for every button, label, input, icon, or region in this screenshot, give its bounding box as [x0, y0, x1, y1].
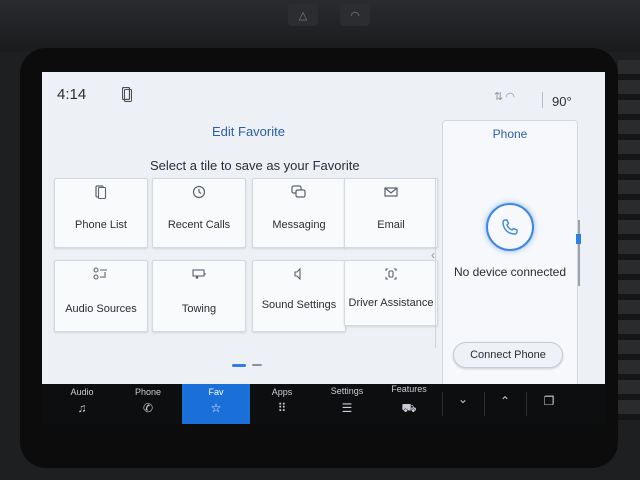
- nav-label: Settings: [330, 386, 364, 396]
- nav-settings[interactable]: Settings ☰: [322, 384, 372, 424]
- tile-driver-assistance[interactable]: Driver Assistance: [344, 260, 438, 326]
- phone-projection-icon: [121, 86, 132, 102]
- panel-scrollbar[interactable]: [578, 220, 580, 286]
- tile-label: Phone List: [75, 219, 127, 231]
- connection-status: No device connected: [453, 265, 567, 279]
- hazard-button[interactable]: △: [288, 4, 318, 26]
- page-title: Edit Favorite: [212, 124, 285, 139]
- clock-icon: [153, 185, 245, 204]
- page-subtitle: Select a tile to save as your Favorite: [150, 158, 360, 173]
- tile-sound-settings[interactable]: Sound Settings: [252, 260, 346, 332]
- sliders-icon: ☰: [341, 401, 353, 415]
- tile-label: Towing: [181, 303, 217, 315]
- tile-label: Recent Calls: [167, 219, 231, 231]
- nav-label: Audio: [70, 387, 94, 397]
- tile-email[interactable]: Email: [344, 178, 438, 248]
- nav-label: Phone: [134, 387, 162, 397]
- nav-label: Fav: [208, 387, 224, 397]
- nav-separator: [526, 392, 527, 416]
- tile-label: Audio Sources: [65, 303, 137, 315]
- phone-connect-icon[interactable]: [486, 203, 534, 251]
- connectivity-icons: ⇅◠: [494, 90, 517, 103]
- phone-list-icon: [55, 185, 147, 204]
- tile-label: Driver Assistance: [348, 297, 434, 309]
- grid-icon: ⠿: [277, 401, 287, 415]
- page-dot-active[interactable]: [232, 364, 246, 367]
- nav-separator: [442, 392, 443, 416]
- tile-phone-list[interactable]: Phone List: [54, 178, 148, 248]
- chevron-left-icon[interactable]: ‹: [431, 248, 435, 262]
- tile-recent-calls[interactable]: Recent Calls: [152, 178, 246, 248]
- tile-label: Email: [377, 219, 405, 231]
- wifi-icon: ◠: [505, 91, 517, 103]
- nav-apps[interactable]: Apps ⠿: [260, 384, 304, 424]
- nav-chevron-down[interactable]: ⌄: [446, 384, 480, 424]
- tile-towing[interactable]: Towing: [152, 260, 246, 332]
- status-divider: [542, 92, 543, 108]
- truck-icon: ⛟: [401, 401, 417, 415]
- nav-features[interactable]: Features ⛟: [384, 384, 434, 424]
- phone-icon: ✆: [142, 401, 154, 415]
- chevron-up-icon: ⌃: [499, 394, 511, 408]
- bottom-nav: Audio ♫ Phone ✆ Fav ☆ Apps ⠿ Settings ☰ …: [42, 384, 605, 424]
- envelope-icon: [345, 185, 437, 203]
- outside-temperature: 90°: [552, 94, 572, 109]
- clock: 4:14: [57, 86, 87, 103]
- panel-scrollbar-thumb[interactable]: [576, 234, 581, 244]
- network-arrows-icon: ⇅: [494, 91, 506, 103]
- chat-icon: [253, 185, 345, 204]
- connect-phone-button[interactable]: Connect Phone: [453, 342, 563, 368]
- speaker-icon: [253, 267, 345, 286]
- defrost-button[interactable]: ◠: [340, 4, 370, 26]
- tile-label: Sound Settings: [261, 299, 337, 311]
- dashboard-top: △ ◠: [0, 0, 640, 52]
- trailer-icon: [153, 267, 245, 285]
- page-dot[interactable]: [252, 364, 262, 366]
- driver-assist-icon: [345, 267, 437, 286]
- nav-fav[interactable]: Fav ☆: [182, 384, 250, 424]
- tile-label: Messaging: [272, 219, 326, 231]
- nav-separator: [484, 392, 485, 416]
- air-vent: [618, 60, 640, 420]
- nav-label: Apps: [271, 387, 293, 397]
- music-note-icon: ♫: [77, 401, 87, 415]
- status-bar: 4:14 ⇅◠ 90°: [42, 72, 605, 118]
- phone-panel: Phone No device connected Connect Phone: [442, 120, 578, 424]
- audio-sources-icon: [55, 267, 147, 286]
- tile-messaging[interactable]: Messaging: [252, 178, 346, 248]
- nav-label: Features: [391, 384, 427, 394]
- infotainment-screen: 4:14 ⇅◠ 90° Edit Favorite Select a tile …: [42, 72, 605, 424]
- phone-panel-title: Phone: [492, 127, 528, 141]
- nav-multitask[interactable]: ❐: [532, 384, 566, 424]
- tile-audio-sources[interactable]: Audio Sources: [54, 260, 148, 332]
- windows-icon: ❐: [543, 394, 555, 408]
- chevron-down-icon: ⌄: [457, 392, 469, 406]
- nav-audio[interactable]: Audio ♫: [60, 384, 104, 424]
- panel-divider: [435, 178, 436, 348]
- nav-chevron-up[interactable]: ⌃: [488, 384, 522, 424]
- stars-icon: ☆: [210, 401, 222, 415]
- nav-phone[interactable]: Phone ✆: [126, 384, 170, 424]
